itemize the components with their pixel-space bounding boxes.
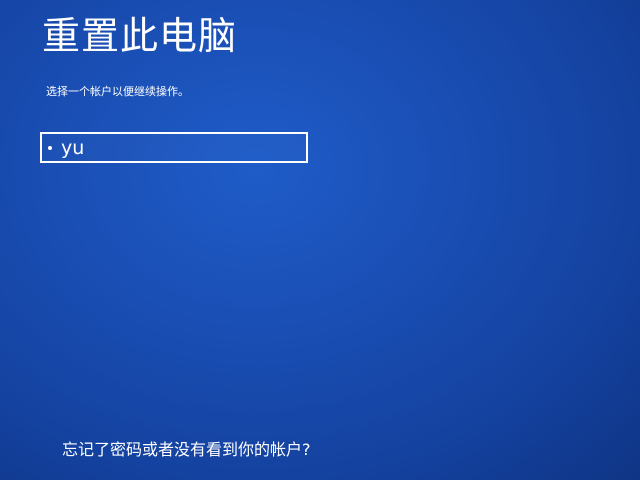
account-tile-yu[interactable]: yu [40,132,308,163]
page-title: 重置此电脑 [42,14,238,58]
account-list: yu [40,132,308,163]
page-subtitle: 选择一个帐户以便继续操作。 [46,85,189,98]
forgot-password-link[interactable]: 忘记了密码或者没有看到你的帐户? [62,438,311,462]
reset-pc-screen: 重置此电脑 选择一个帐户以便继续操作。 yu 忘记了密码或者没有看到你的帐户? [0,0,640,480]
account-name: yu [61,136,85,159]
bullet-icon [48,145,52,150]
